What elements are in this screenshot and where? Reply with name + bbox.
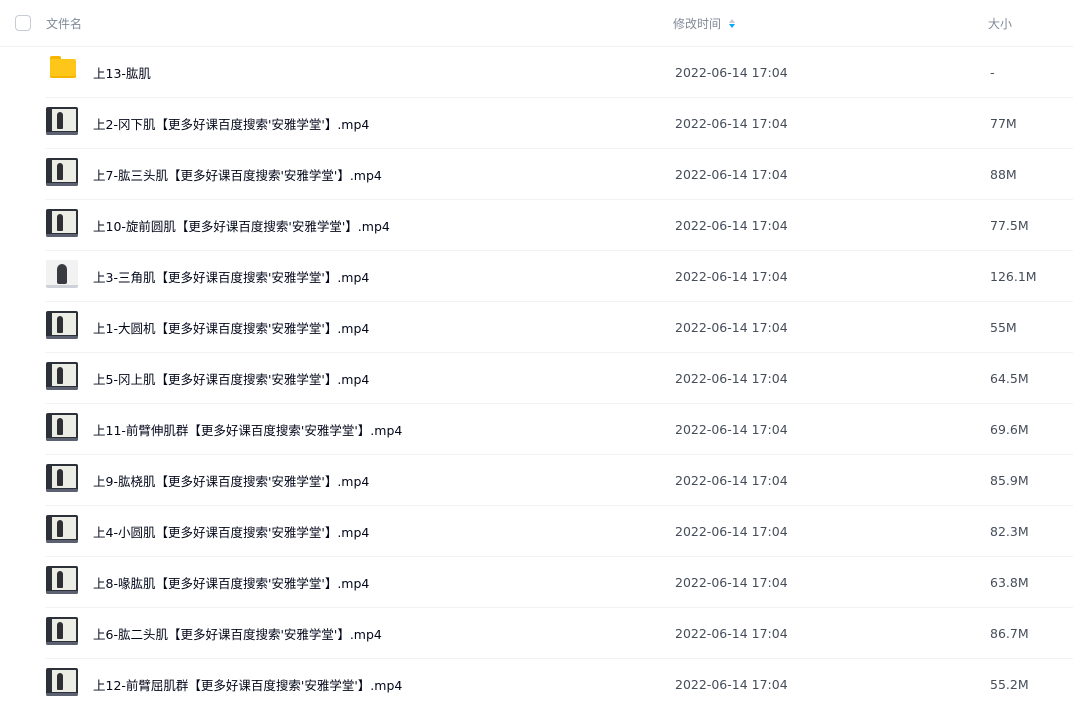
file-row[interactable]: 上8-喙肱肌【更多好课百度搜索'安雅学堂'】.mp4 2022-06-14 17… bbox=[45, 557, 1073, 608]
file-name[interactable]: 上7-肱三头肌【更多好课百度搜索'安雅学堂'】.mp4 bbox=[93, 165, 675, 184]
video-thumbnail-icon bbox=[46, 667, 79, 701]
file-list: 文件名 修改时间 大小 上13-肱肌 2022-06-14 17:04 - 上2… bbox=[0, 0, 1073, 706]
column-header-size[interactable]: 大小 bbox=[988, 15, 1012, 32]
file-time: 2022-06-14 17:04 bbox=[675, 370, 788, 386]
file-row[interactable]: 上11-前臂伸肌群【更多好课百度搜索'安雅学堂'】.mp4 2022-06-14… bbox=[45, 404, 1073, 455]
file-size: 88M bbox=[990, 166, 1017, 182]
file-row[interactable]: 上3-三角肌【更多好课百度搜索'安雅学堂'】.mp4 2022-06-14 17… bbox=[45, 251, 1073, 302]
file-row[interactable]: 上1-大圆机【更多好课百度搜索'安雅学堂'】.mp4 2022-06-14 17… bbox=[45, 302, 1073, 353]
file-size: 86.7M bbox=[990, 625, 1029, 641]
file-size: 82.3M bbox=[990, 523, 1029, 539]
video-thumbnail-icon bbox=[46, 157, 79, 191]
column-header-name[interactable]: 文件名 bbox=[46, 15, 673, 32]
video-thumbnail-icon bbox=[46, 259, 79, 293]
file-time: 2022-06-14 17:04 bbox=[675, 319, 788, 335]
file-time: 2022-06-14 17:04 bbox=[675, 523, 788, 539]
file-time: 2022-06-14 17:04 bbox=[675, 115, 788, 131]
file-row[interactable]: 上5-冈上肌【更多好课百度搜索'安雅学堂'】.mp4 2022-06-14 17… bbox=[45, 353, 1073, 404]
file-name[interactable]: 上2-冈下肌【更多好课百度搜索'安雅学堂'】.mp4 bbox=[93, 114, 675, 133]
file-row[interactable]: 上6-肱二头肌【更多好课百度搜索'安雅学堂'】.mp4 2022-06-14 1… bbox=[45, 608, 1073, 659]
video-thumbnail-icon bbox=[46, 514, 79, 548]
list-header: 文件名 修改时间 大小 bbox=[0, 0, 1073, 47]
file-size: 55.2M bbox=[990, 676, 1029, 692]
file-time: 2022-06-14 17:04 bbox=[675, 676, 788, 692]
file-time: 2022-06-14 17:04 bbox=[675, 64, 788, 80]
file-row[interactable]: 上10-旋前圆肌【更多好课百度搜索'安雅学堂'】.mp4 2022-06-14 … bbox=[45, 200, 1073, 251]
column-header-time-label: 修改时间 bbox=[673, 16, 722, 31]
file-name[interactable]: 上13-肱肌 bbox=[93, 63, 675, 82]
video-thumbnail-icon bbox=[46, 208, 79, 242]
video-thumbnail-icon bbox=[46, 412, 79, 446]
video-thumbnail-icon bbox=[46, 106, 79, 140]
file-time: 2022-06-14 17:04 bbox=[675, 217, 788, 233]
file-size: 64.5M bbox=[990, 370, 1029, 386]
file-size: - bbox=[990, 64, 995, 80]
file-name[interactable]: 上1-大圆机【更多好课百度搜索'安雅学堂'】.mp4 bbox=[93, 318, 675, 337]
video-thumbnail-icon bbox=[46, 310, 79, 344]
file-row[interactable]: 上7-肱三头肌【更多好课百度搜索'安雅学堂'】.mp4 2022-06-14 1… bbox=[45, 149, 1073, 200]
file-row[interactable]: 上12-前臂屈肌群【更多好课百度搜索'安雅学堂'】.mp4 2022-06-14… bbox=[45, 659, 1073, 706]
video-thumbnail-icon bbox=[46, 361, 79, 395]
file-row[interactable]: 上9-肱桡肌【更多好课百度搜索'安雅学堂'】.mp4 2022-06-14 17… bbox=[45, 455, 1073, 506]
file-size: 77.5M bbox=[990, 217, 1029, 233]
video-thumbnail-icon bbox=[46, 565, 79, 599]
sort-icon[interactable] bbox=[729, 18, 736, 28]
file-time: 2022-06-14 17:04 bbox=[675, 166, 788, 182]
file-name[interactable]: 上3-三角肌【更多好课百度搜索'安雅学堂'】.mp4 bbox=[93, 267, 675, 286]
file-row[interactable]: 上2-冈下肌【更多好课百度搜索'安雅学堂'】.mp4 2022-06-14 17… bbox=[45, 98, 1073, 149]
file-size: 77M bbox=[990, 115, 1017, 131]
file-name[interactable]: 上11-前臂伸肌群【更多好课百度搜索'安雅学堂'】.mp4 bbox=[93, 420, 675, 439]
file-time: 2022-06-14 17:04 bbox=[675, 574, 788, 590]
file-name[interactable]: 上9-肱桡肌【更多好课百度搜索'安雅学堂'】.mp4 bbox=[93, 471, 675, 490]
video-thumbnail-icon bbox=[46, 616, 79, 650]
file-row[interactable]: 上13-肱肌 2022-06-14 17:04 - bbox=[45, 47, 1073, 98]
file-time: 2022-06-14 17:04 bbox=[675, 472, 788, 488]
column-header-time[interactable]: 修改时间 bbox=[673, 15, 988, 32]
file-size: 126.1M bbox=[990, 268, 1037, 284]
file-size: 69.6M bbox=[990, 421, 1029, 437]
file-row[interactable]: 上4-小圆肌【更多好课百度搜索'安雅学堂'】.mp4 2022-06-14 17… bbox=[45, 506, 1073, 557]
file-name[interactable]: 上5-冈上肌【更多好课百度搜索'安雅学堂'】.mp4 bbox=[93, 369, 675, 388]
file-size: 63.8M bbox=[990, 574, 1029, 590]
file-name[interactable]: 上10-旋前圆肌【更多好课百度搜索'安雅学堂'】.mp4 bbox=[93, 216, 675, 235]
file-name[interactable]: 上6-肱二头肌【更多好课百度搜索'安雅学堂'】.mp4 bbox=[93, 624, 675, 643]
folder-icon bbox=[46, 55, 79, 89]
select-all-checkbox[interactable] bbox=[15, 15, 31, 31]
file-time: 2022-06-14 17:04 bbox=[675, 421, 788, 437]
file-time: 2022-06-14 17:04 bbox=[675, 268, 788, 284]
file-rows: 上13-肱肌 2022-06-14 17:04 - 上2-冈下肌【更多好课百度搜… bbox=[0, 47, 1073, 706]
file-size: 55M bbox=[990, 319, 1017, 335]
file-time: 2022-06-14 17:04 bbox=[675, 625, 788, 641]
video-thumbnail-icon bbox=[46, 463, 79, 497]
file-size: 85.9M bbox=[990, 472, 1029, 488]
file-name[interactable]: 上12-前臂屈肌群【更多好课百度搜索'安雅学堂'】.mp4 bbox=[93, 675, 675, 694]
file-name[interactable]: 上4-小圆肌【更多好课百度搜索'安雅学堂'】.mp4 bbox=[93, 522, 675, 541]
file-name[interactable]: 上8-喙肱肌【更多好课百度搜索'安雅学堂'】.mp4 bbox=[93, 573, 675, 592]
